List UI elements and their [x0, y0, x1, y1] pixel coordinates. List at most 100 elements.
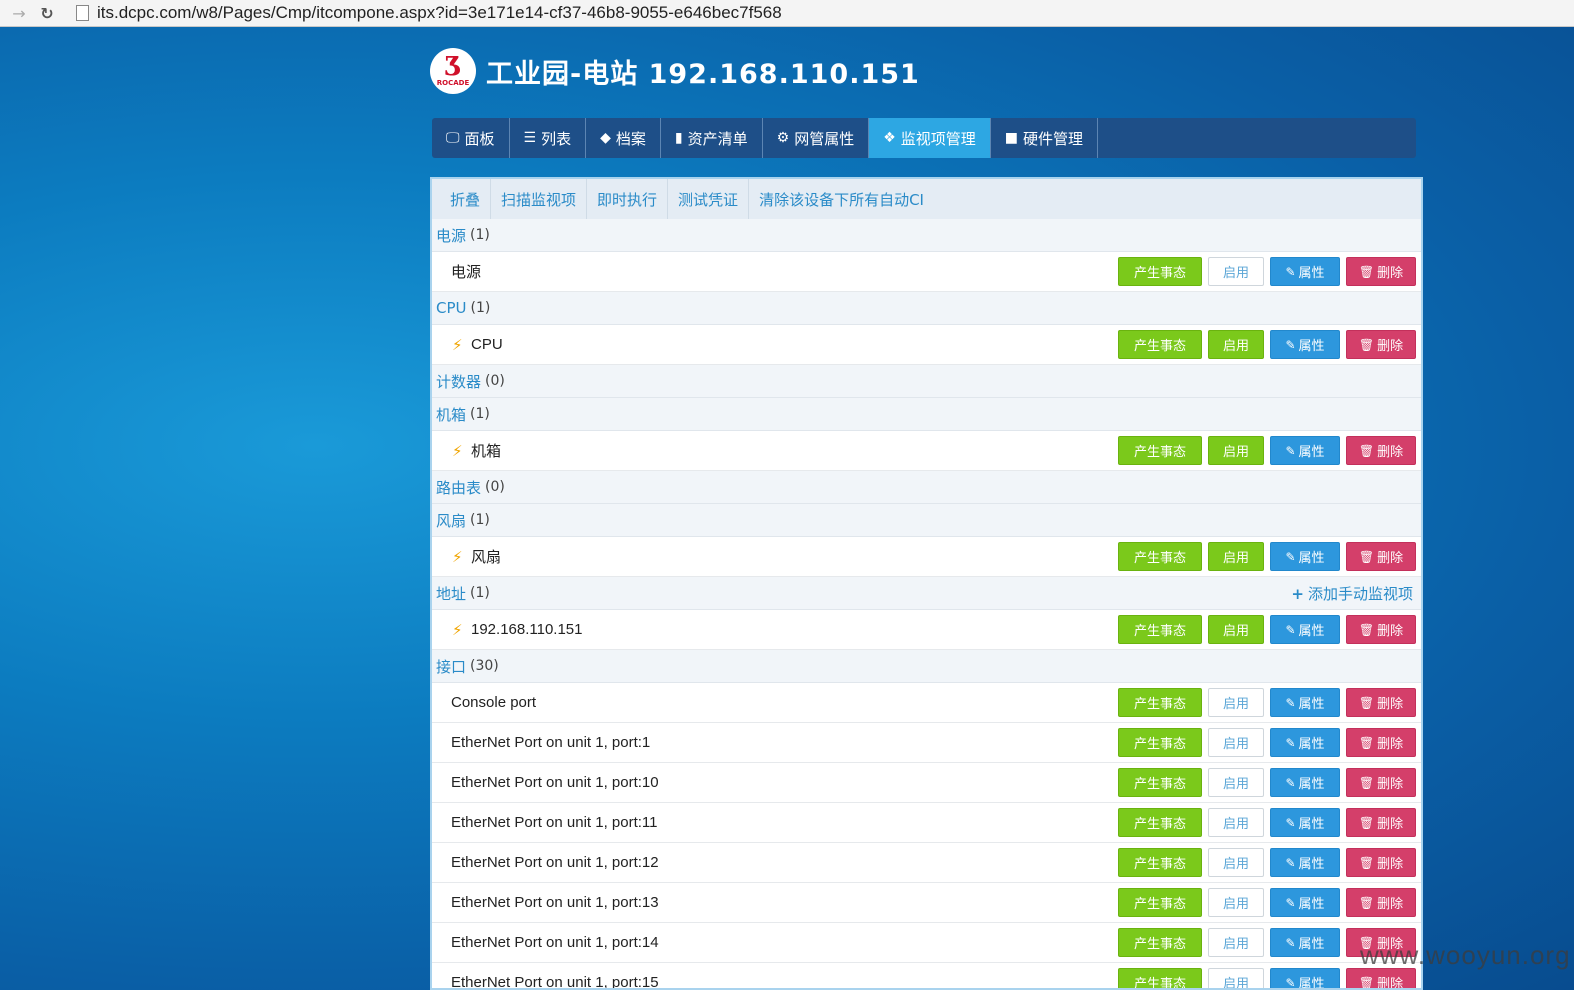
group-name[interactable]: 机箱	[436, 404, 466, 425]
enable-button[interactable]: 启用	[1208, 728, 1264, 757]
generate-event-button[interactable]: 产生事态	[1118, 808, 1202, 837]
tab-label: 列表	[541, 129, 572, 148]
generate-event-button[interactable]: 产生事态	[1118, 888, 1202, 917]
delete-button[interactable]: 🗑 删除	[1346, 728, 1416, 757]
delete-button[interactable]: 🗑 删除	[1346, 542, 1416, 571]
properties-button[interactable]: ✎ 属性	[1270, 888, 1340, 917]
enable-button[interactable]: 启用	[1208, 330, 1264, 359]
add-manual-monitor-link[interactable]: + 添加手动监视项	[1291, 583, 1413, 604]
properties-button[interactable]: ✎ 属性	[1270, 257, 1340, 286]
generate-event-button[interactable]: 产生事态	[1118, 330, 1202, 359]
tab-2[interactable]: ☰ 列表	[510, 118, 587, 158]
monitor-item-row: ⚡ CPU 产生事态 启用 ✎ 属性 🗑 删除	[432, 325, 1421, 365]
generate-event-button[interactable]: 产生事态	[1118, 928, 1202, 957]
enable-button[interactable]: 启用	[1208, 888, 1264, 917]
properties-button[interactable]: ✎ 属性	[1270, 688, 1340, 717]
group-name[interactable]: 电源	[436, 225, 466, 246]
group-name[interactable]: 接口	[436, 656, 466, 677]
delete-label: 删除	[1377, 737, 1404, 752]
properties-button[interactable]: ✎ 属性	[1270, 728, 1340, 757]
generate-event-button[interactable]: 产生事态	[1118, 768, 1202, 797]
tab-7[interactable]: ■ 硬件管理	[991, 118, 1099, 158]
tab-label: 监视项管理	[900, 129, 976, 148]
trash-icon: 🗑	[1358, 855, 1375, 870]
browser-address-bar: → ↻ its.dcpc.com/w8/Pages/Cmp/itcompone.…	[0, 0, 1574, 27]
group-name[interactable]: 地址	[436, 583, 466, 604]
properties-button[interactable]: ✎ 属性	[1270, 542, 1340, 571]
generate-event-button[interactable]: 产生事态	[1118, 688, 1202, 717]
lightning-icon: ⚡	[452, 441, 463, 460]
pencil-icon: ✎	[1285, 895, 1296, 910]
subnav-item-2[interactable]: 扫描监视项	[491, 179, 588, 219]
delete-button[interactable]: 🗑 删除	[1346, 330, 1416, 359]
group-count: (1)	[470, 227, 490, 243]
forward-arrow-icon[interactable]: →	[8, 4, 30, 23]
properties-button[interactable]: ✎ 属性	[1270, 436, 1340, 465]
properties-label: 属性	[1298, 697, 1325, 712]
reload-icon[interactable]: ↻	[36, 4, 58, 23]
trash-icon: 🗑	[1358, 264, 1375, 279]
delete-button[interactable]: 🗑 删除	[1346, 436, 1416, 465]
subnav-item-1[interactable]: 折叠	[440, 179, 492, 219]
tab-6[interactable]: ❖ 监视项管理	[869, 118, 991, 158]
generate-event-button[interactable]: 产生事态	[1118, 848, 1202, 877]
enable-button[interactable]: 启用	[1208, 928, 1264, 957]
enable-button[interactable]: 启用	[1208, 615, 1264, 644]
group-name[interactable]: CPU	[436, 299, 467, 317]
properties-button[interactable]: ✎ 属性	[1270, 928, 1340, 957]
tab-label: 网管属性	[794, 129, 855, 148]
enable-button[interactable]: 启用	[1208, 768, 1264, 797]
group-name[interactable]: 风扇	[436, 510, 466, 531]
properties-button[interactable]: ✎ 属性	[1270, 768, 1340, 797]
pencil-icon: ✎	[1285, 337, 1296, 352]
monitor-item-row: EtherNet Port on unit 1, port:11 产生事态 启用 ✎ 属…	[432, 803, 1421, 843]
trash-icon: 🗑	[1358, 735, 1375, 750]
enable-button[interactable]: 启用	[1208, 848, 1264, 877]
subnav-item-4[interactable]: 测试凭证	[668, 179, 750, 219]
tab-5[interactable]: ⚙ 网管属性	[763, 118, 870, 158]
trash-icon: 🗑	[1358, 622, 1375, 637]
subnav-item-5[interactable]: 清除该设备下所有自动CI	[749, 179, 934, 219]
pencil-icon: ✎	[1285, 443, 1296, 458]
delete-button[interactable]: 🗑 删除	[1346, 808, 1416, 837]
generate-event-button[interactable]: 产生事态	[1118, 257, 1202, 286]
properties-button[interactable]: ✎ 属性	[1270, 330, 1340, 359]
enable-button[interactable]: 启用	[1208, 808, 1264, 837]
properties-label: 属性	[1298, 339, 1325, 354]
generate-event-button[interactable]: 产生事态	[1118, 436, 1202, 465]
group-name[interactable]: 计数器	[436, 371, 481, 392]
tab-4[interactable]: ▮ 资产清单	[661, 118, 763, 158]
enable-button[interactable]: 启用	[1208, 436, 1264, 465]
subnav-item-3[interactable]: 即时执行	[587, 179, 669, 219]
tab-1[interactable]: 🖵 面板	[432, 118, 510, 158]
enable-button[interactable]: 启用	[1208, 688, 1264, 717]
properties-button[interactable]: ✎ 属性	[1270, 615, 1340, 644]
enable-button[interactable]: 启用	[1208, 257, 1264, 286]
monitor-item-name: CPU	[471, 336, 503, 353]
delete-button[interactable]: 🗑 删除	[1346, 848, 1416, 877]
generate-event-button[interactable]: 产生事态	[1118, 542, 1202, 571]
enable-button[interactable]: 启用	[1208, 542, 1264, 571]
group-count: (30)	[470, 658, 499, 674]
enable-button[interactable]: 启用	[1208, 968, 1264, 988]
delete-button[interactable]: 🗑 删除	[1346, 888, 1416, 917]
monitor-groups: 电源 (1) 电源 产生事态 启用 ✎ 属性 🗑 删除 CPU (1) ⚡ CPU 产生事态 启用 ✎ 属性 🗑 删…	[432, 219, 1421, 988]
top-navigation: 🖵 面板 ☰ 列表 ◆ 档案 ▮ 资产清单 ⚙ 网管属性 ❖ 监视项管理 ■ 硬件管理	[432, 118, 1416, 158]
delete-button[interactable]: 🗑 删除	[1346, 615, 1416, 644]
pencil-icon: ✎	[1285, 855, 1296, 870]
generate-event-button[interactable]: 产生事态	[1118, 615, 1202, 644]
delete-button[interactable]: 🗑 删除	[1346, 968, 1416, 988]
url-text[interactable]: its.dcpc.com/w8/Pages/Cmp/itcompone.aspx…	[97, 3, 782, 23]
monitor-item-name: 电源	[451, 264, 482, 281]
tab-3[interactable]: ◆ 档案	[586, 118, 661, 158]
properties-button[interactable]: ✎ 属性	[1270, 808, 1340, 837]
properties-button[interactable]: ✎ 属性	[1270, 968, 1340, 988]
delete-button[interactable]: 🗑 删除	[1346, 257, 1416, 286]
properties-button[interactable]: ✎ 属性	[1270, 848, 1340, 877]
generate-event-button[interactable]: 产生事态	[1118, 728, 1202, 757]
delete-button[interactable]: 🗑 删除	[1346, 768, 1416, 797]
generate-event-button[interactable]: 产生事态	[1118, 968, 1202, 988]
row-actions: 产生事态 启用 ✎ 属性 🗑 删除	[1118, 688, 1416, 717]
group-name[interactable]: 路由表	[436, 477, 481, 498]
delete-button[interactable]: 🗑 删除	[1346, 688, 1416, 717]
